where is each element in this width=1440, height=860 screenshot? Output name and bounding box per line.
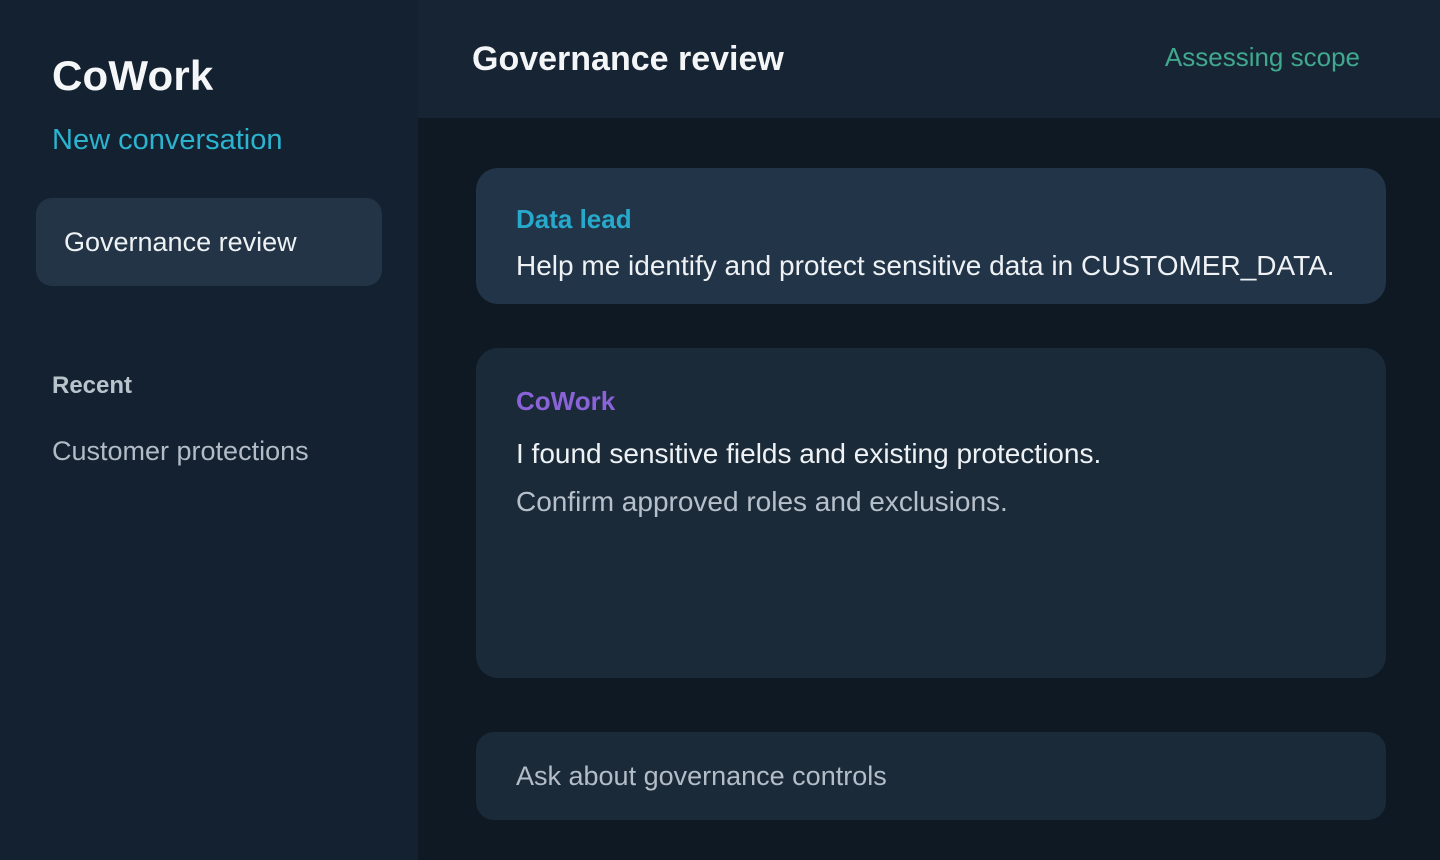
message-card-user: Data lead Help me identify and protect s…	[476, 168, 1386, 304]
conversation-header: Governance review Assessing scope	[418, 0, 1440, 118]
new-conversation-button[interactable]: New conversation	[52, 124, 283, 157]
message-text: I found sensitive fields and existing pr…	[516, 438, 1102, 469]
message-text-secondary: Confirm approved roles and exclusions.	[516, 486, 1008, 517]
message-input[interactable]	[516, 760, 1356, 792]
message-sender: CoWork	[516, 386, 616, 416]
message-sender: Data lead	[516, 204, 632, 234]
message-card-assistant: CoWork I found sensitive fields and exis…	[476, 348, 1386, 678]
sidebar: CoWork New conversation Governance revie…	[0, 0, 418, 860]
app-brand: CoWork	[52, 52, 214, 99]
sidebar-item-customer-protections[interactable]: Customer protections	[52, 436, 309, 467]
status-indicator: Assessing scope	[1164, 42, 1360, 72]
sidebar-item-governance-review[interactable]: Governance review	[36, 198, 382, 286]
composer	[476, 732, 1386, 820]
message-text: Help me identify and protect sensitive d…	[516, 250, 1335, 281]
recent-heading: Recent	[52, 372, 133, 399]
page-title: Governance review	[472, 40, 784, 78]
